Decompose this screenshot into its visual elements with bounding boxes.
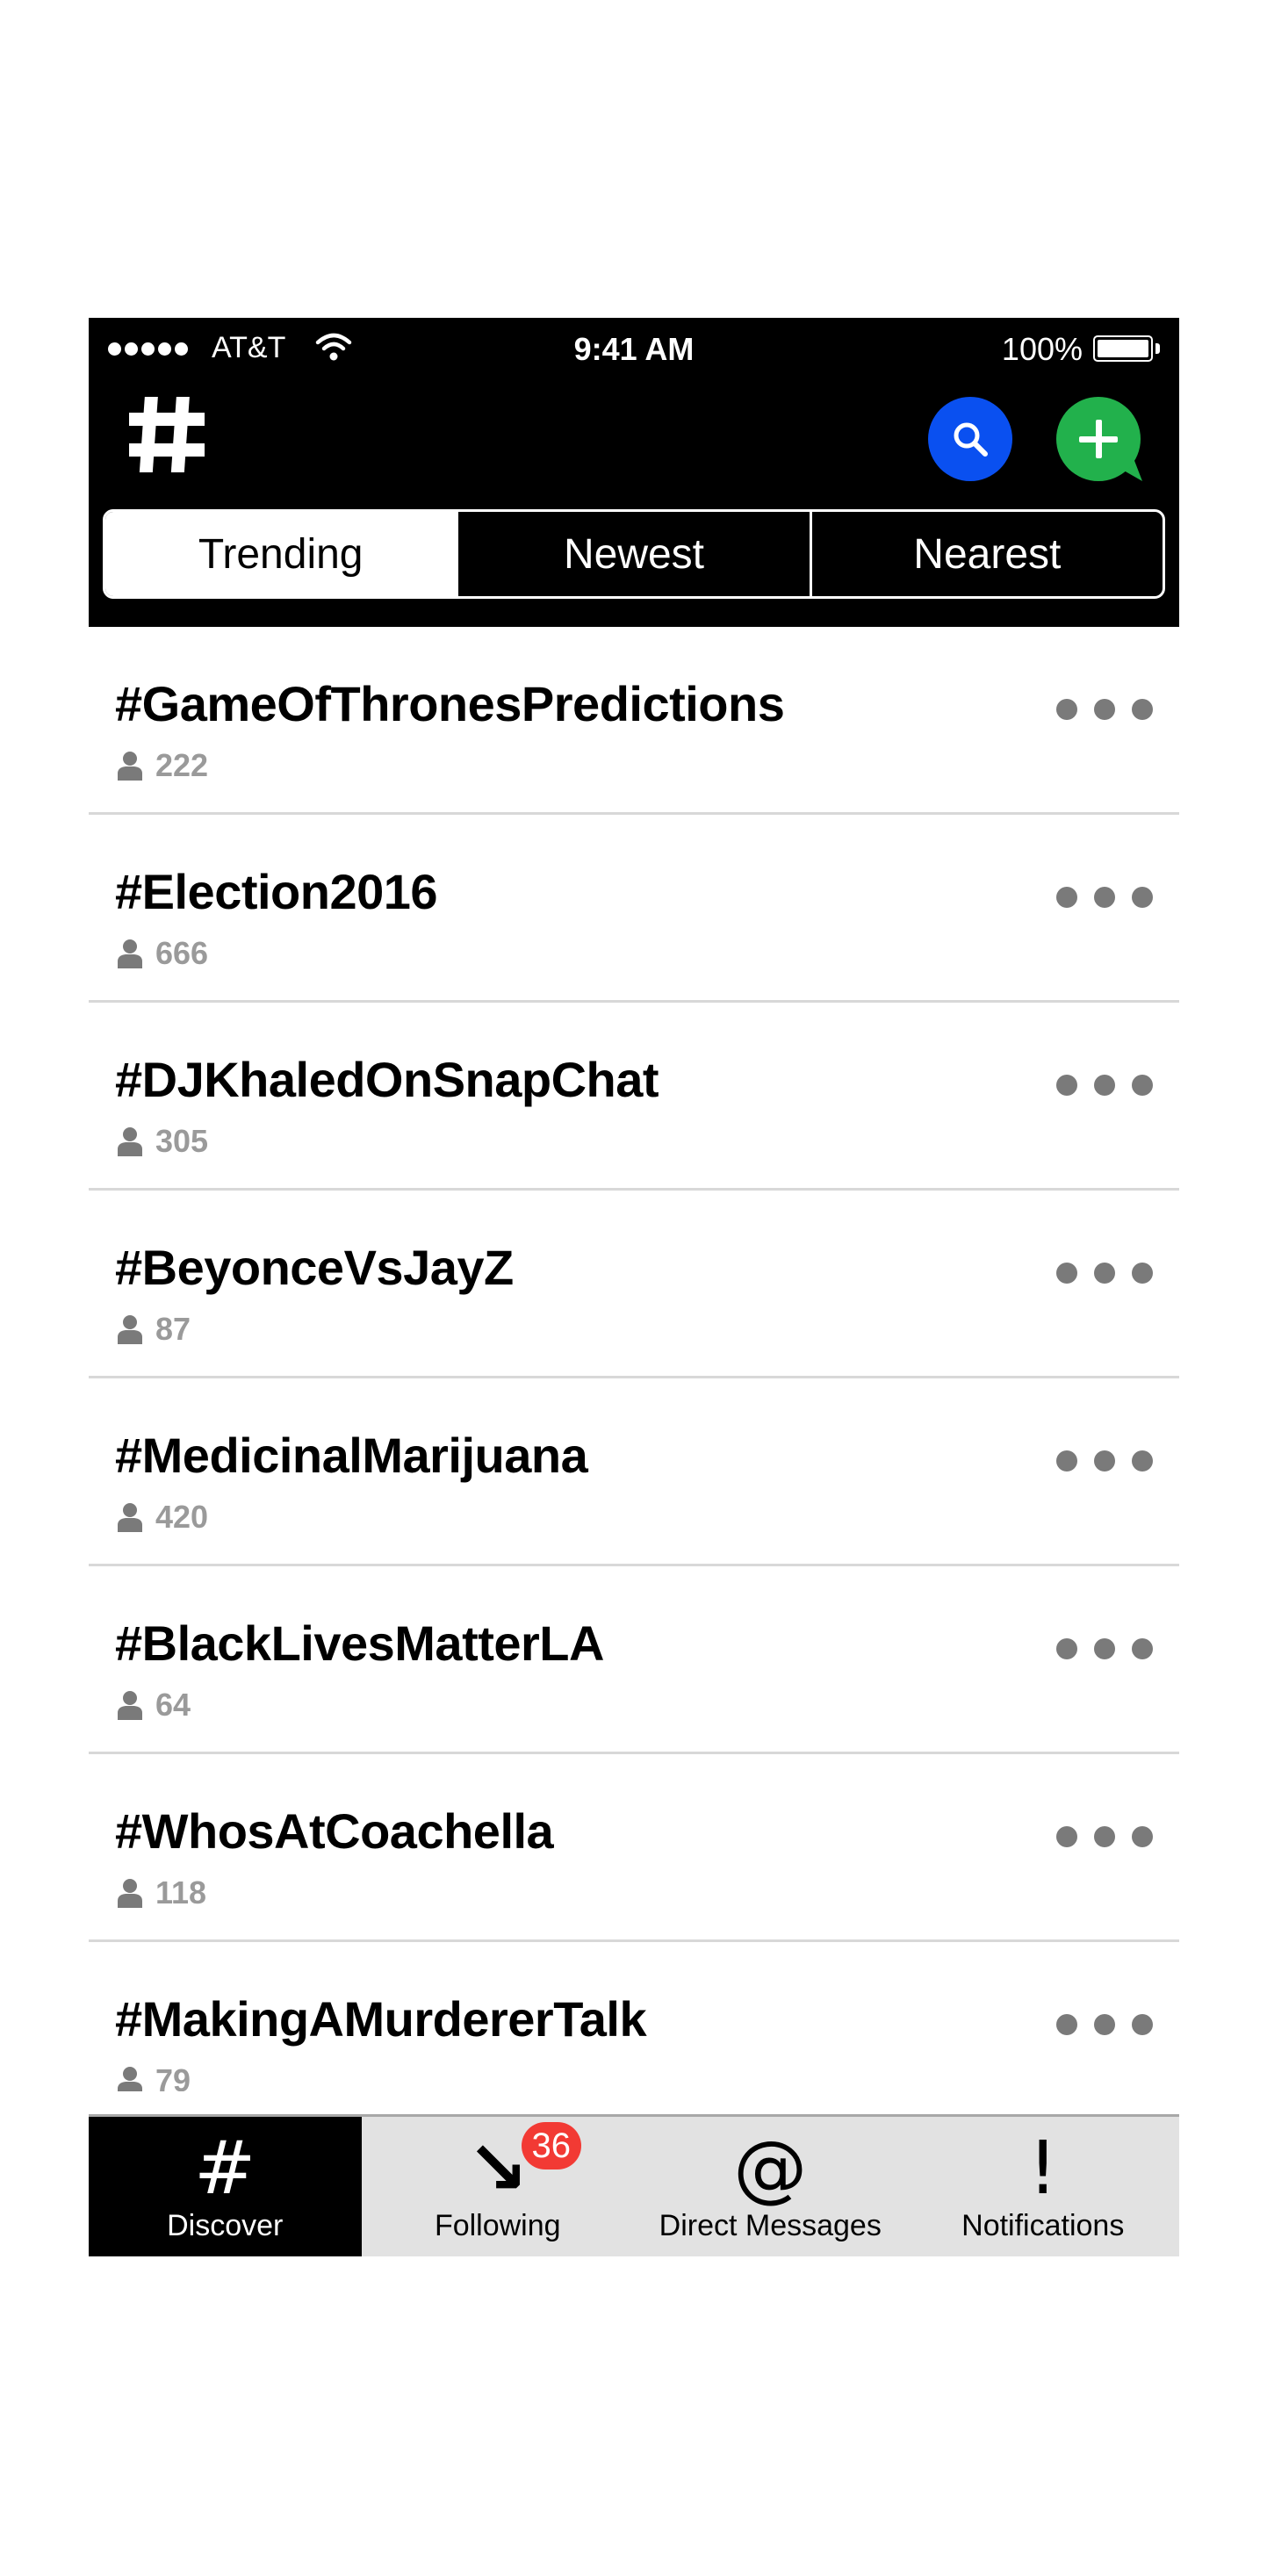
topic-row[interactable]: #BeyonceVsJayZ 87 (89, 1191, 1179, 1378)
topic-title: #Election2016 (115, 864, 438, 919)
topic-title: #MedicinalMarijuana (115, 1428, 588, 1483)
topic-row[interactable]: #MakingAMurdererTalk 79 (89, 1942, 1179, 2091)
topic-row[interactable]: #Election2016 666 (89, 815, 1179, 1003)
topic-title: #GameOfThronesPredictions (115, 676, 785, 731)
person-icon (118, 1127, 142, 1156)
topic-title: #DJKhaledOnSnapChat (115, 1052, 659, 1107)
more-options-icon[interactable] (1056, 1638, 1153, 1659)
participant-count: 118 (155, 1874, 207, 1910)
more-options-icon[interactable] (1056, 1450, 1153, 1471)
topic-row[interactable]: #GameOfThronesPredictions 222 (89, 627, 1179, 815)
exclamation-icon: ! (1027, 2125, 1058, 2211)
topic-row[interactable]: #MedicinalMarijuana 420 (89, 1378, 1179, 1566)
status-bar: AT&T 9:41 AM 100% (89, 318, 1179, 371)
header: AT&T 9:41 AM 100% Trending Newest Neares… (89, 318, 1179, 627)
notification-badge: 36 (521, 2122, 581, 2169)
bottom-tab-bar: # Discover ↘ Following 36 @ Direct Messa… (89, 2114, 1179, 2256)
topic-meta: 87 (117, 1312, 191, 1347)
battery-percentage: 100% (1001, 331, 1083, 367)
tab-following[interactable]: ↘ Following 36 (362, 2117, 635, 2256)
topic-list: #GameOfThronesPredictions 222 #Election2… (89, 627, 1179, 2091)
topic-row[interactable]: #DJKhaledOnSnapChat 305 (89, 1003, 1179, 1191)
more-options-icon[interactable] (1056, 1075, 1153, 1096)
participant-count: 666 (155, 935, 209, 971)
participant-count: 222 (155, 747, 209, 783)
tab-nearest[interactable]: Nearest (809, 512, 1163, 596)
person-icon (118, 1503, 142, 1532)
more-options-icon[interactable] (1056, 887, 1153, 908)
search-button[interactable] (928, 397, 1012, 481)
participant-count: 87 (155, 1311, 191, 1347)
hashtag-logo-icon[interactable] (127, 395, 206, 474)
topic-title: #BlackLivesMatterLA (115, 1615, 604, 1671)
search-icon (954, 422, 988, 457)
topic-title: #BeyonceVsJayZ (115, 1240, 514, 1295)
topic-meta: 64 (117, 1687, 191, 1723)
person-icon (118, 1315, 142, 1344)
topic-title: #MakingAMurdererTalk (115, 1991, 647, 2047)
person-icon (118, 1691, 142, 1720)
tab-label: Following (434, 2209, 561, 2242)
new-topic-button[interactable] (1056, 397, 1144, 485)
person-icon (118, 752, 142, 781)
topic-meta: 420 (117, 1500, 208, 1535)
more-options-icon[interactable] (1056, 1263, 1153, 1284)
tab-label: Discover (167, 2209, 284, 2242)
tab-direct-messages[interactable]: @ Direct Messages (634, 2117, 907, 2256)
app-screen: AT&T 9:41 AM 100% Trending Newest Neares… (89, 318, 1179, 2256)
topic-meta: 666 (117, 936, 208, 971)
topic-row[interactable]: #WhosAtCoachella 118 (89, 1754, 1179, 1942)
person-icon (118, 1879, 142, 1908)
more-options-icon[interactable] (1056, 699, 1153, 720)
participant-count: 64 (155, 1687, 191, 1723)
topic-meta: 305 (117, 1124, 208, 1159)
tab-newest[interactable]: Newest (456, 512, 809, 596)
battery-icon (1093, 335, 1160, 362)
participant-count: 79 (155, 2062, 191, 2092)
topic-row[interactable]: #BlackLivesMatterLA 64 (89, 1566, 1179, 1754)
topic-meta: 222 (117, 748, 208, 783)
tab-label: Notifications (961, 2209, 1125, 2242)
arrow-down-right-icon: ↘ (466, 2125, 529, 2211)
topic-title: #WhosAtCoachella (115, 1803, 554, 1859)
person-icon (118, 939, 142, 968)
hashtag-icon: # (194, 2125, 256, 2211)
tab-label: Direct Messages (659, 2209, 882, 2242)
participant-count: 420 (155, 1499, 209, 1535)
topic-meta: 79 (117, 2063, 191, 2091)
more-options-icon[interactable] (1056, 1826, 1153, 1847)
tab-discover[interactable]: # Discover (89, 2117, 362, 2256)
person-icon (118, 2067, 142, 2091)
participant-count: 305 (155, 1123, 209, 1159)
topic-meta: 118 (117, 1875, 206, 1910)
tab-trending[interactable]: Trending (105, 512, 457, 596)
at-sign-icon: @ (733, 2125, 808, 2211)
feed-filter-tabs: Trending Newest Nearest (103, 509, 1165, 599)
tab-notifications[interactable]: ! Notifications (907, 2117, 1180, 2256)
more-options-icon[interactable] (1056, 2014, 1153, 2035)
